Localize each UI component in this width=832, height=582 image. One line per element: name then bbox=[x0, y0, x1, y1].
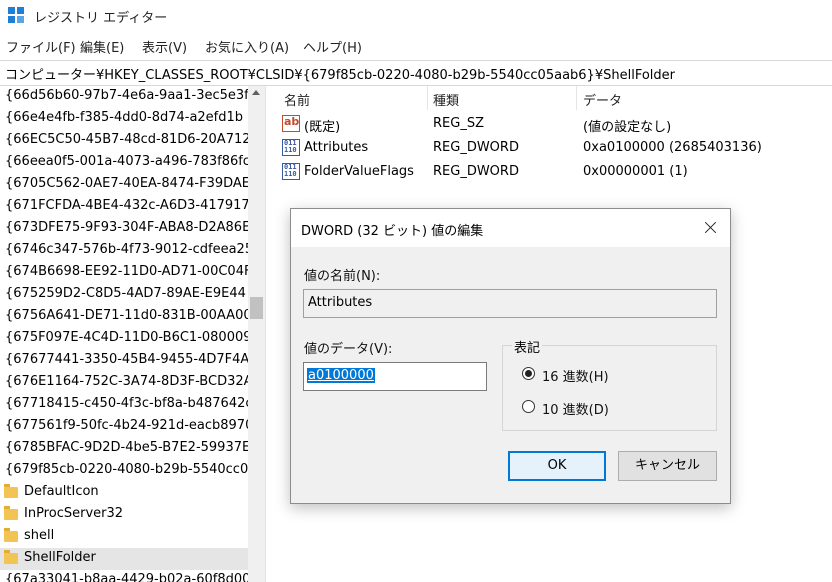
value-name-label: 値の名前(N): bbox=[304, 269, 381, 284]
column-name-header[interactable]: 名前 bbox=[284, 90, 310, 109]
address-path: コンピューター¥HKEY_CLASSES_ROOT¥CLSID¥{679f85c… bbox=[5, 68, 675, 83]
tree-item[interactable]: {66d56b60-97b7-4e6a-9aa1-3ec5e3f bbox=[0, 86, 248, 108]
tree-item[interactable]: {6785BFAC-9D2D-4be5-B7E2-59937E bbox=[0, 438, 248, 460]
value-row-default[interactable]: ab (既定) REG_SZ (値の設定なし) bbox=[276, 112, 832, 136]
tree-subkey-inprocserver32[interactable]: InProcServer32 bbox=[0, 504, 248, 526]
tree-subkey-shellfolder[interactable]: ShellFolder bbox=[0, 548, 248, 570]
folder-icon bbox=[4, 484, 18, 498]
column-divider[interactable] bbox=[576, 86, 577, 110]
regedit-app-icon bbox=[8, 7, 26, 25]
menu-edit[interactable]: 編集(E) bbox=[80, 37, 124, 56]
hex-radio-label[interactable]: 16 進数(H) bbox=[542, 366, 609, 385]
binary-value-icon: 011 110 bbox=[282, 163, 300, 180]
menu-view[interactable]: 表示(V) bbox=[142, 37, 187, 56]
menu-favorites[interactable]: お気に入り(A) bbox=[205, 37, 289, 56]
scrollbar-thumb[interactable] bbox=[250, 297, 263, 319]
decimal-radio[interactable] bbox=[522, 400, 535, 413]
tree-subkey-shell[interactable]: shell bbox=[0, 526, 248, 548]
value-data-label: 値のデータ(V): bbox=[304, 342, 393, 357]
tree-item[interactable]: {66EC5C50-45B7-48cd-81D6-20A712 bbox=[0, 130, 248, 152]
column-type-header[interactable]: 種類 bbox=[433, 90, 459, 109]
tree-item[interactable]: {673DFE75-9F93-304F-ABA8-D2A86E bbox=[0, 218, 248, 240]
tree-item[interactable]: {675259D2-C8D5-4AD7-89AE-E9E44 bbox=[0, 284, 248, 306]
address-bar[interactable]: コンピューター¥HKEY_CLASSES_ROOT¥CLSID¥{679f85c… bbox=[0, 60, 832, 86]
tree-item[interactable]: {67677441-3350-45B4-9455-4D7F4A bbox=[0, 350, 248, 372]
folder-open-icon bbox=[4, 550, 18, 564]
folder-icon bbox=[4, 528, 18, 542]
tree-item[interactable]: {679f85cb-0220-4080-b29b-5540cc0 bbox=[0, 460, 248, 482]
tree-item[interactable]: {677561f9-50fc-4b24-921d-eacb8970 bbox=[0, 416, 248, 438]
tree-item[interactable]: {676E1164-752C-3A74-8D3F-BCD32A bbox=[0, 372, 248, 394]
tree-item[interactable]: {674B6698-EE92-11D0-AD71-00C04F bbox=[0, 262, 248, 284]
value-row-attributes[interactable]: 011 110 Attributes REG_DWORD 0xa0100000 (… bbox=[276, 136, 832, 160]
base-group-title: 表記 bbox=[512, 337, 543, 356]
dialog-title: DWORD (32 ビット) 値の編集 bbox=[301, 224, 484, 239]
value-row-foldervalueflags[interactable]: 011 110 FolderValueFlags REG_DWORD 0x0000… bbox=[276, 160, 832, 184]
binary-value-icon: 011 110 bbox=[282, 139, 300, 156]
dialog-title-bar: DWORD (32 ビット) 値の編集 bbox=[291, 209, 730, 247]
column-data-header[interactable]: データ bbox=[583, 90, 622, 109]
cancel-button[interactable]: キャンセル bbox=[618, 451, 717, 481]
tree-item[interactable]: {675F097E-4C4D-11D0-B6C1-080009 bbox=[0, 328, 248, 350]
tree-item[interactable]: {66eea0f5-001a-4073-a496-783f86fc bbox=[0, 152, 248, 174]
base-groupbox bbox=[502, 345, 717, 431]
tree-item[interactable]: {6746c347-576b-4f73-9012-cdfeea25 bbox=[0, 240, 248, 262]
scroll-up-arrow-icon[interactable] bbox=[252, 90, 260, 95]
value-name-field: Attributes bbox=[303, 289, 717, 318]
tree-item[interactable]: {67a33041-b8aa-4429-b02a-60f8d00 bbox=[0, 570, 248, 582]
close-icon[interactable] bbox=[700, 217, 722, 239]
key-tree: {66d56b60-97b7-4e6a-9aa1-3ec5e3f {66e4e4… bbox=[0, 86, 248, 582]
value-data-input[interactable]: a0100000 bbox=[303, 362, 487, 391]
tree-scrollbar[interactable] bbox=[248, 86, 265, 582]
hex-radio[interactable] bbox=[522, 367, 535, 380]
tree-item[interactable]: {6705C562-0AE7-40EA-8474-F39DAE bbox=[0, 174, 248, 196]
edit-dword-dialog: DWORD (32 ビット) 値の編集 値の名前(N): Attributes … bbox=[290, 208, 731, 504]
menu-help[interactable]: ヘルプ(H) bbox=[303, 37, 362, 56]
tree-item[interactable]: {671FCFDA-4BE4-432c-A6D3-417917 bbox=[0, 196, 248, 218]
tree-item[interactable]: {67718415-c450-4f3c-bf8a-b487642c bbox=[0, 394, 248, 416]
ok-button[interactable]: OK bbox=[508, 451, 606, 481]
title-bar: レジストリ エディター bbox=[0, 0, 832, 32]
tree-subkey-defaulticon[interactable]: DefaultIcon bbox=[0, 482, 248, 504]
menu-file[interactable]: ファイル(F) bbox=[6, 37, 76, 56]
menu-bar: ファイル(F) 編集(E) 表示(V) お気に入り(A) ヘルプ(H) bbox=[0, 34, 832, 56]
folder-icon bbox=[4, 506, 18, 520]
list-header: 名前 種類 データ bbox=[276, 86, 832, 110]
decimal-radio-label[interactable]: 10 進数(D) bbox=[542, 399, 609, 418]
column-divider[interactable] bbox=[427, 86, 428, 110]
pane-splitter[interactable] bbox=[265, 86, 276, 582]
window-title: レジストリ エディター bbox=[34, 11, 168, 26]
tree-item[interactable]: {66e4e4fb-f385-4dd0-8d74-a2efd1b bbox=[0, 108, 248, 130]
tree-item[interactable]: {6756A641-DE71-11d0-831B-00AA00 bbox=[0, 306, 248, 328]
string-value-icon: ab bbox=[282, 115, 300, 132]
value-data-text: a0100000 bbox=[307, 368, 375, 383]
